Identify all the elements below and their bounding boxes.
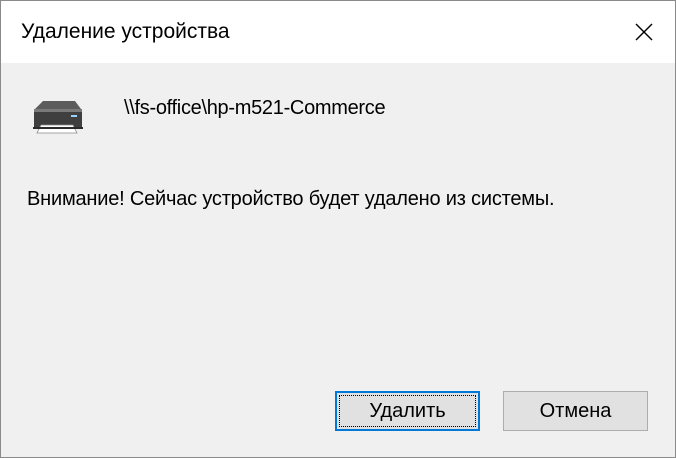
title-bar: Удаление устройства bbox=[1, 1, 675, 63]
cancel-button-label: Отмена bbox=[539, 399, 612, 422]
remove-device-dialog: Удаление устройства \\fs-office\hp-m521-… bbox=[0, 0, 676, 458]
device-path: \\fs-office\hp-m521-Commerce bbox=[124, 97, 386, 119]
focus-ring bbox=[339, 395, 476, 427]
close-icon bbox=[635, 23, 653, 41]
close-button[interactable] bbox=[613, 1, 675, 63]
delete-button[interactable]: Удалить bbox=[335, 391, 480, 431]
cancel-button[interactable]: Отмена bbox=[503, 391, 648, 431]
warning-message: Внимание! Сейчас устройство будет удален… bbox=[27, 188, 555, 210]
printer-icon bbox=[33, 101, 83, 134]
dialog-title: Удаление устройства bbox=[21, 20, 230, 43]
